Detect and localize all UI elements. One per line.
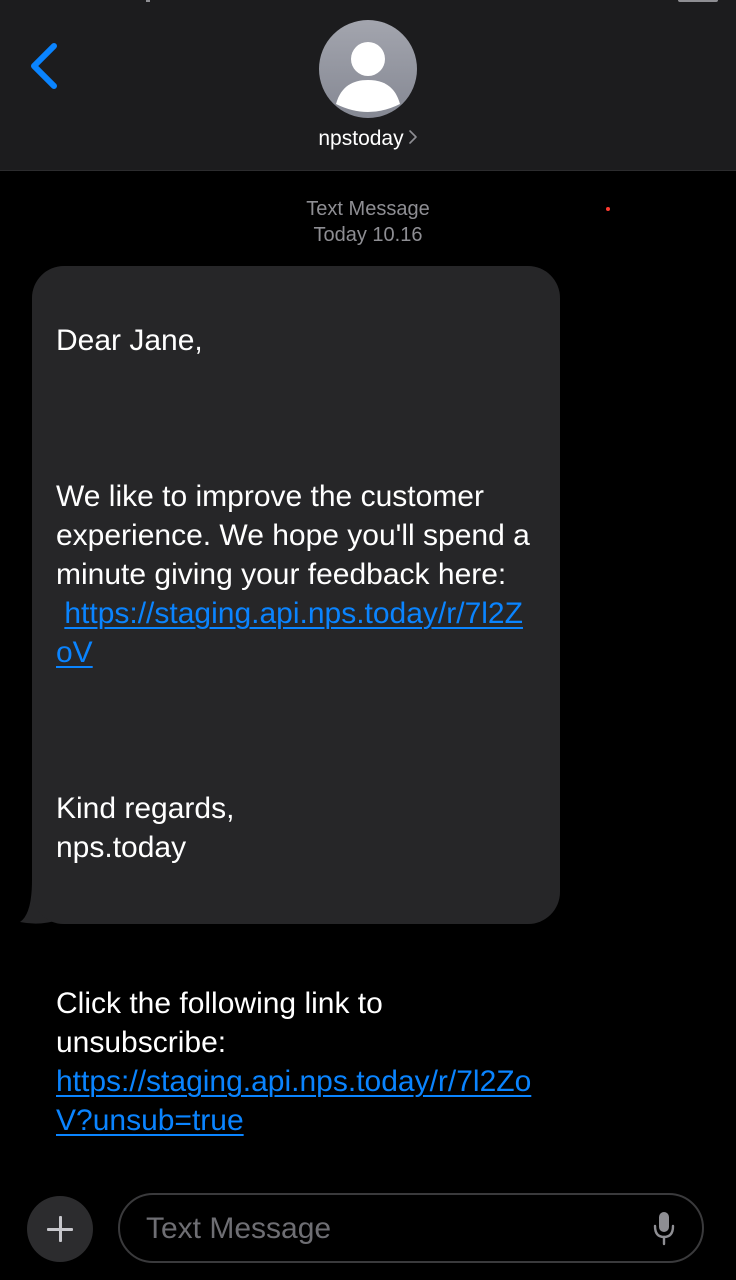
message-body: We like to improve the customer experien…: [56, 477, 534, 672]
unsubscribe-link[interactable]: https://staging.api.nps.today/r/7l2ZoV?u…: [56, 1065, 531, 1137]
messages-screen: npstoday Text Message Today 10.16 Dear J…: [0, 0, 736, 1280]
message-timestamp: Today 10.16: [313, 224, 423, 246]
message-meta: Text Message Today 10.16: [0, 196, 736, 248]
recording-indicator-dot: [606, 207, 610, 211]
message-composer[interactable]: [118, 1193, 704, 1263]
chevron-right-icon: [408, 130, 417, 145]
add-attachment-button[interactable]: [27, 1196, 93, 1262]
signoff-sender: nps.today: [56, 831, 187, 864]
message-body-text: We like to improve the customer experien…: [56, 480, 530, 591]
contact-name-button[interactable]: npstoday: [0, 127, 736, 151]
message-signoff: Kind regards, nps.today: [56, 789, 534, 867]
message-unsubscribe: Click the following link to unsubscribe:…: [56, 984, 534, 1140]
signoff-line: Kind regards,: [56, 792, 235, 825]
conversation-header: npstoday: [0, 0, 736, 171]
message-input[interactable]: [144, 1195, 628, 1263]
chevron-left-icon: [31, 43, 57, 89]
microphone-icon: [653, 1212, 675, 1246]
message-bubble[interactable]: Dear Jane, We like to improve the custom…: [32, 266, 560, 1137]
survey-link[interactable]: https://staging.api.nps.today/r/7l2ZoV: [56, 597, 523, 669]
service-label: Text Message: [306, 198, 430, 220]
message-greeting: Dear Jane,: [56, 324, 203, 357]
unsubscribe-text: Click the following link to unsubscribe:: [56, 987, 383, 1059]
back-button[interactable]: [24, 38, 68, 94]
person-silhouette-icon: [336, 42, 400, 112]
contact-avatar[interactable]: [319, 20, 417, 118]
status-bar-indicator: [146, 0, 150, 2]
dictation-button[interactable]: [652, 1211, 676, 1247]
battery-icon: [678, 0, 718, 2]
contact-name: npstoday: [318, 127, 404, 150]
status-bar: [0, 0, 736, 4]
